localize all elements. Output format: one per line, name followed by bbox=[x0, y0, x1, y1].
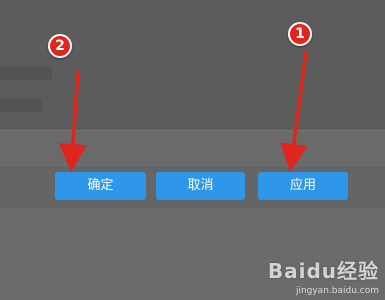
dimmed-background bbox=[0, 0, 385, 130]
watermark-url: jingyan.baidu.com bbox=[295, 286, 379, 296]
cancel-button[interactable]: 取消 bbox=[156, 172, 245, 200]
confirm-button[interactable]: 确定 bbox=[55, 172, 146, 200]
dialog-content-area bbox=[0, 130, 385, 166]
faded-text-line bbox=[0, 98, 42, 112]
apply-button[interactable]: 应用 bbox=[258, 172, 348, 200]
step-1-badge: 1 bbox=[288, 22, 312, 46]
step-2-badge: 2 bbox=[48, 34, 72, 58]
watermark: Baidu经验 jingyan.baidu.com bbox=[268, 255, 379, 296]
faded-text-line bbox=[0, 66, 52, 80]
watermark-logo: Baidu经验 bbox=[267, 259, 379, 283]
